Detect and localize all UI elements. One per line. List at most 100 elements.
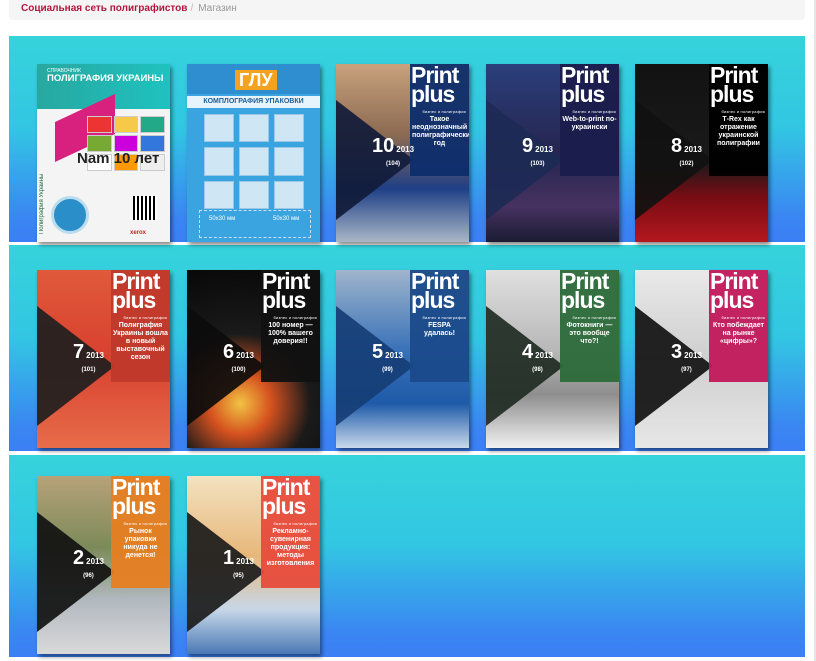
issue-digit: 1	[223, 547, 235, 569]
issue-digit: 7	[73, 341, 85, 363]
box-size-label: 50x30 мм	[273, 216, 300, 222]
cover-spine-text: Полиграфия Украины	[39, 173, 45, 234]
issue-digit: 8	[671, 135, 683, 157]
issue-year: 2013	[236, 557, 254, 566]
issue-number: 9 2013 (103)	[522, 136, 553, 168]
magazine-cover-issue-2[interactable]: Print plus бизнес и полиграфия 2 2013 (96…	[37, 476, 170, 654]
cover-headline: Т-Rex как отражение украинской полиграфи…	[717, 116, 760, 147]
issue-sequence: (96)	[83, 573, 94, 579]
magazine-cover-issue-6[interactable]: Print plus бизнес и полиграфия 6 2013 (10…	[187, 270, 320, 448]
issue-year: 2013	[385, 351, 403, 360]
issue-digit: 5	[372, 341, 384, 363]
cover-title: ПОЛИГРАФИЯ УКРАИНЫ	[47, 73, 164, 84]
issue-sequence: (104)	[386, 161, 401, 167]
issue-sequence: (102)	[679, 161, 694, 167]
issue-year: 2013	[535, 351, 553, 360]
cover-headline: Рекламно-сувенирная продукция: методы из…	[266, 528, 315, 567]
issue-year: 2013	[684, 351, 702, 360]
qr-code-icon	[133, 196, 157, 220]
print-plus-wordmark: Print plus	[561, 64, 609, 107]
issue-year: 2013	[535, 145, 553, 154]
company-logo-icon	[51, 196, 89, 234]
issue-number: 3 2013 (97)	[671, 342, 702, 374]
print-plus-logo: Print plus	[112, 476, 170, 520]
magazine-cover-issue-4[interactable]: Print plus бизнес и полиграфия 4 2013 (98…	[486, 270, 619, 448]
magazine-cover-issue-9[interactable]: Print plus бизнес и полиграфия 9 2013 (10…	[486, 64, 619, 242]
print-plus-logo: Print plus	[710, 64, 768, 108]
cover-headline: Фотокниги — это вообще что?!	[566, 322, 613, 345]
print-plus-logo: Print plus	[561, 270, 619, 314]
print-plus-logo: Print plus	[262, 476, 320, 520]
box-size-label: 50x30 мм	[209, 216, 236, 222]
cover-anniversary: Nam 10 лет	[77, 150, 160, 167]
magazine-cover-issue-1[interactable]: Print plus бизнес и полиграфия 1 2013 (95…	[187, 476, 320, 654]
print-plus-logo: Print plus	[561, 64, 619, 108]
magazine-cover-issue-3[interactable]: Print plus бизнес и полиграфия 3 2013 (97…	[635, 270, 768, 448]
print-plus-wordmark: Print plus	[710, 64, 758, 107]
cover-headline: Рынок упаковки никуда не денется!	[123, 528, 158, 559]
print-plus-tagline: бизнес и полиграфия	[123, 315, 167, 320]
issue-number: 7 2013 (101)	[73, 342, 104, 374]
print-plus-wordmark: Print plus	[112, 476, 160, 519]
issue-sequence: (101)	[81, 367, 96, 373]
issue-digit: 3	[671, 341, 683, 363]
print-plus-wordmark: Print plus	[262, 270, 310, 313]
print-plus-logo: Print plus	[262, 270, 320, 314]
cover-dashed-box	[199, 210, 311, 238]
magazine-cover-packaging[interactable]: ГЛУ КОМПЛОГРАФИЯ УПАКОВКИ 50x30 мм 50x30…	[187, 64, 320, 242]
print-plus-wordmark: Print plus	[411, 64, 459, 107]
issue-sequence: (95)	[233, 573, 244, 579]
issue-number: 5 2013 (99)	[372, 342, 403, 374]
cover-headline: Такое неоднозначный полиграфический год	[412, 116, 469, 147]
print-plus-wordmark: Print plus	[112, 270, 160, 313]
print-plus-logo: Print plus	[112, 270, 170, 314]
magazine-cover-issue-7[interactable]: Print plus бизнес и полиграфия 7 2013 (10…	[37, 270, 170, 448]
issue-digit: 10	[372, 135, 395, 157]
issue-digit: 2	[73, 547, 85, 569]
print-plus-logo: Print plus	[710, 270, 768, 314]
print-plus-tagline: бизнес и полиграфия	[123, 521, 167, 526]
cover-headline: Кто побеждает на рынке «цифры»?	[713, 322, 764, 345]
cover-headline: Web-to-print по-украински	[562, 116, 617, 131]
cover-title: КОМПЛОГРАФИЯ УПАКОВКИ	[187, 96, 320, 108]
xerox-logo: xerox	[130, 230, 147, 236]
print-plus-tagline: бизнес и полиграфия	[572, 315, 616, 320]
cover-headline: Полиграфия Украины вошла в новый выставо…	[113, 322, 168, 361]
magazine-cover-issue-10[interactable]: Print plus бизнес и полиграфия 10 2013 (1…	[336, 64, 469, 242]
issue-year: 2013	[684, 145, 702, 154]
breadcrumb-current: Магазин	[198, 3, 237, 14]
print-plus-tagline: бизнес и полиграфия	[721, 109, 765, 114]
issue-digit: 9	[522, 135, 534, 157]
magazine-cover-issue-8[interactable]: Print plus бизнес и полиграфия 8 2013 (10…	[635, 64, 768, 242]
magazine-cover-issue-5[interactable]: Print plus бизнес и полиграфия 5 2013 (99…	[336, 270, 469, 448]
cover-headline: FESPA удалась!	[424, 322, 455, 337]
print-plus-tagline: бизнес и полиграфия	[422, 109, 466, 114]
print-plus-tagline: бизнес и полиграфия	[572, 109, 616, 114]
issue-number: 2 2013 (96)	[73, 548, 104, 580]
breadcrumb-link-home[interactable]: Социальная сеть полиграфистов	[21, 3, 187, 14]
breadcrumb: Социальная сеть полиграфистов / Магазин	[9, 0, 805, 20]
cover-product-grid	[204, 114, 304, 209]
cover-headline: 100 номер — 100% вашего доверия!!	[268, 322, 313, 345]
issue-sequence: (103)	[530, 161, 545, 167]
print-plus-wordmark: Print plus	[411, 270, 459, 313]
issue-sequence: (99)	[382, 367, 393, 373]
issue-digit: 4	[522, 341, 534, 363]
issue-number: 4 2013 (98)	[522, 342, 553, 374]
issue-sequence: (97)	[681, 367, 692, 373]
issue-sequence: (98)	[532, 367, 543, 373]
cover-logo: ГЛУ	[235, 70, 277, 90]
magazine-cover-directory[interactable]: СПРАВОЧНИК ПОЛИГРАФИЯ УКРАИНЫ Полиграфия…	[37, 64, 170, 242]
issue-year: 2013	[86, 351, 104, 360]
print-plus-logo: Print plus	[411, 64, 469, 108]
issue-sequence: (100)	[231, 367, 246, 373]
print-plus-wordmark: Print plus	[561, 270, 609, 313]
breadcrumb-separator: /	[190, 3, 194, 14]
issue-number: 6 2013 (100)	[223, 342, 254, 374]
print-plus-wordmark: Print plus	[262, 476, 310, 519]
issue-year: 2013	[86, 557, 104, 566]
issue-number: 8 2013 (102)	[671, 136, 702, 168]
issue-number: 1 2013 (95)	[223, 548, 254, 580]
print-plus-logo: Print plus	[411, 270, 469, 314]
print-plus-tagline: бизнес и полиграфия	[422, 315, 466, 320]
